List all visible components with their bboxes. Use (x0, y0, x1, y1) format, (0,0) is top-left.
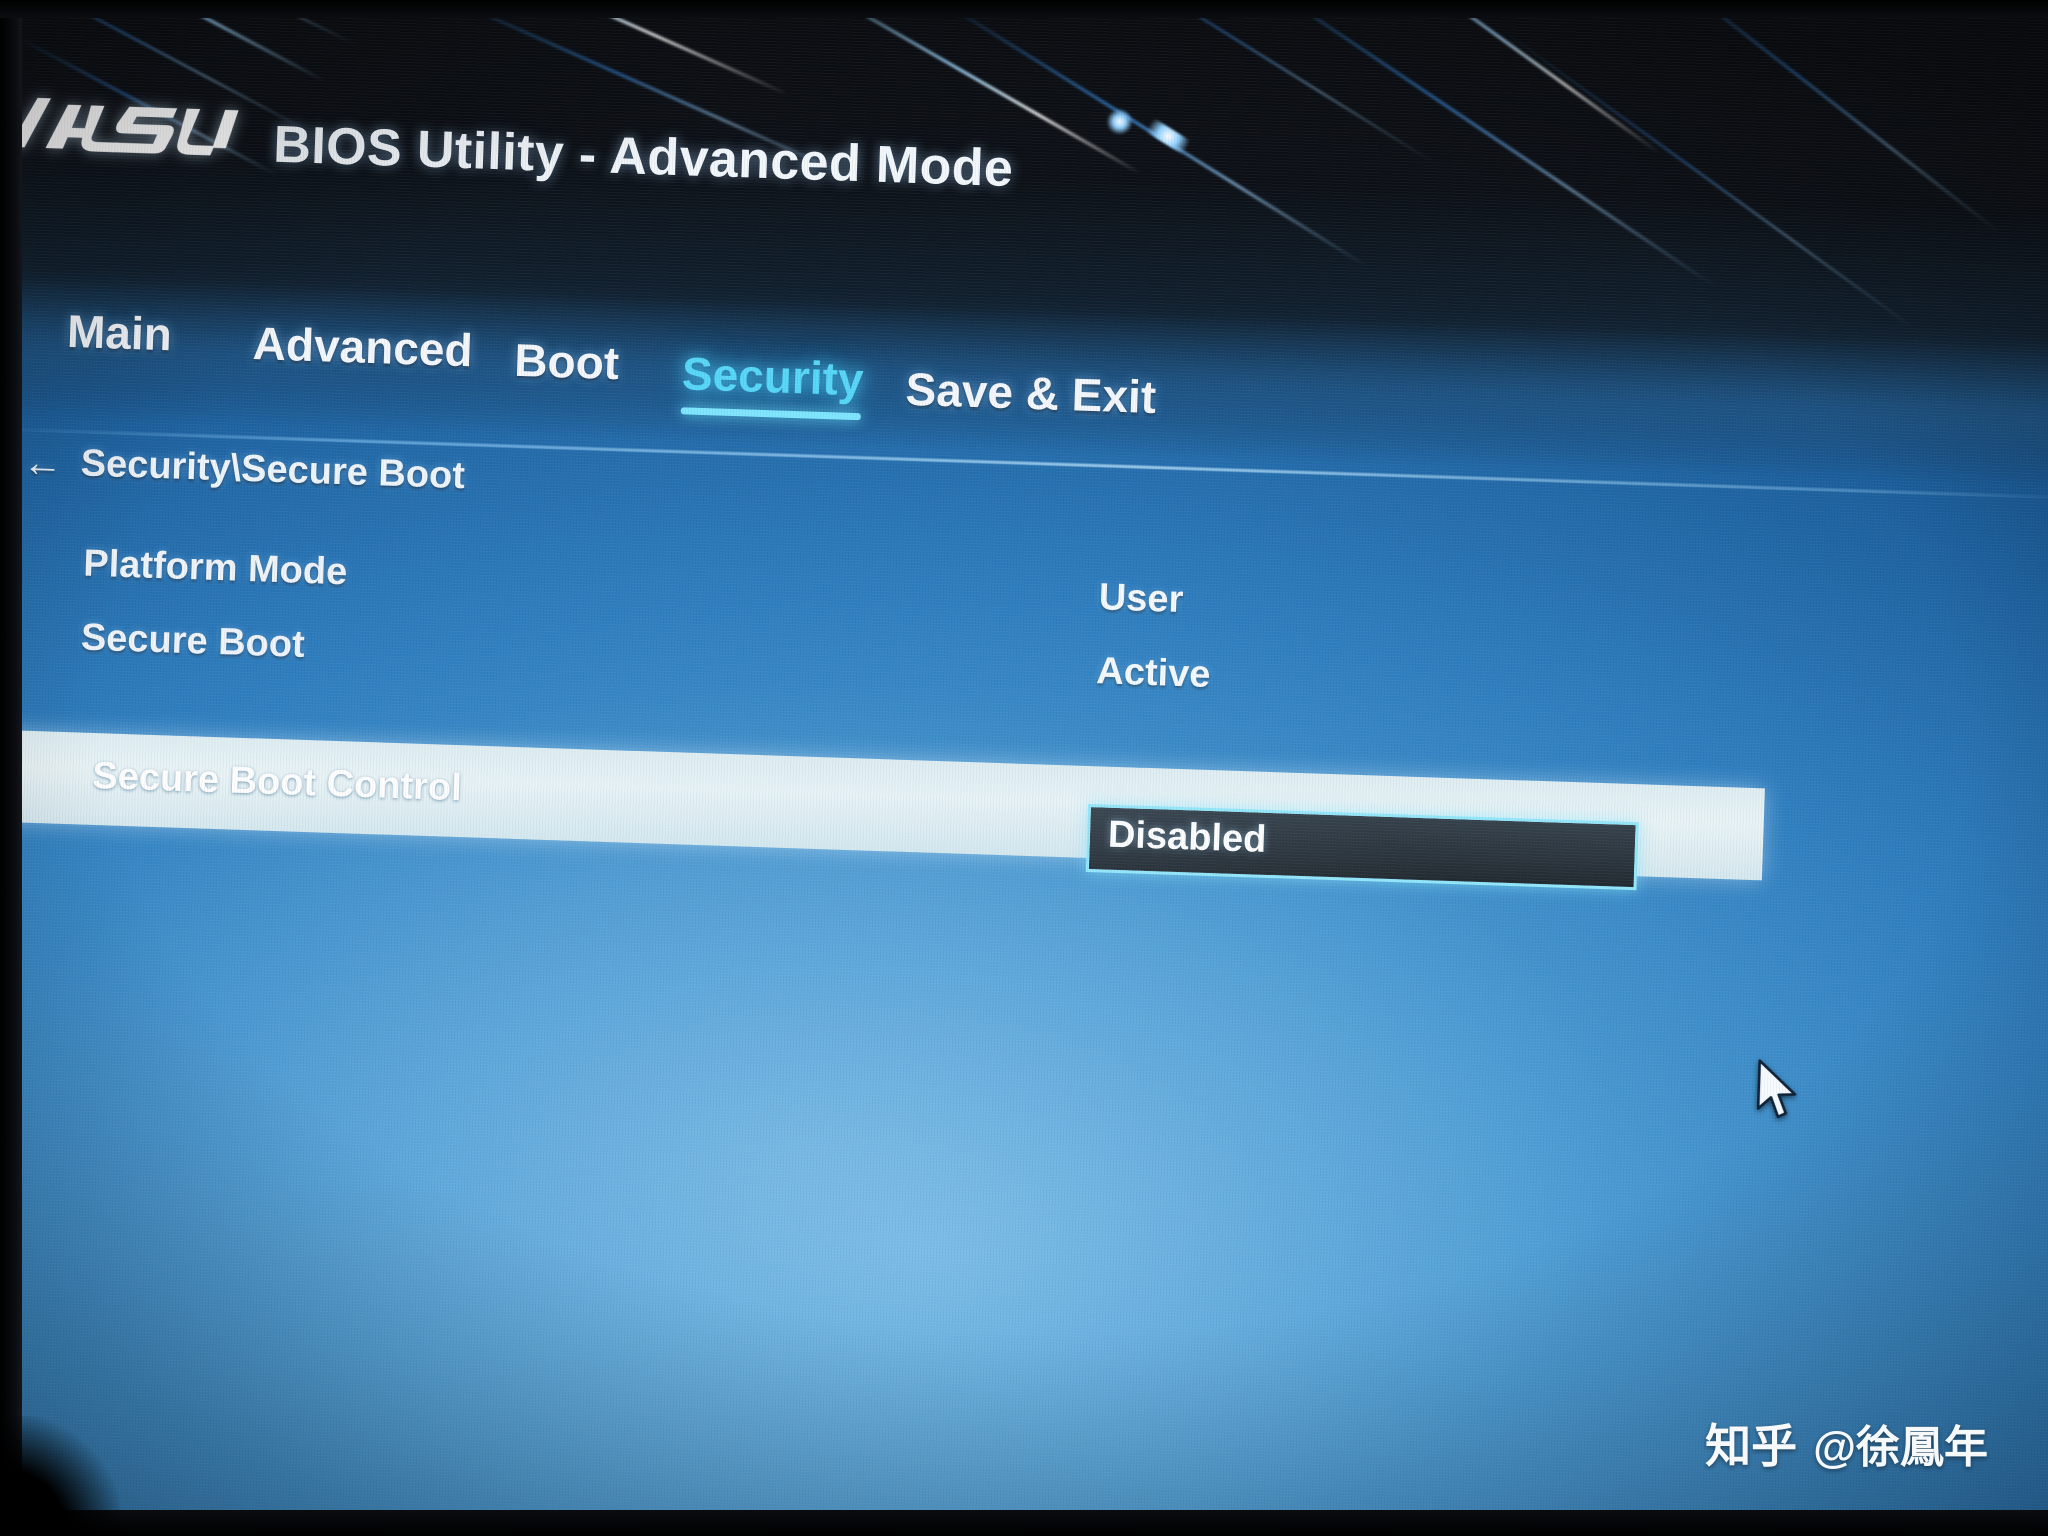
watermark-handle: @徐鳳年 (1813, 1423, 1988, 1472)
tab-boot[interactable]: Boot (514, 333, 620, 390)
setting-label: Secure Boot (80, 616, 306, 666)
tab-main[interactable]: Main (66, 304, 173, 361)
selected-value: Disabled (1107, 813, 1268, 861)
setting-value: User (1098, 576, 1185, 622)
watermark-site: 知乎 (1705, 1420, 1798, 1472)
setting-label: Secure Boot Control (91, 754, 463, 810)
tab-label: Security (681, 347, 865, 406)
settings-list: Platform Mode User Secure Boot Active (0, 539, 2048, 758)
bios-screen: BIOS Utility - Advanced Mode Main Advanc… (0, 0, 2048, 1536)
tab-advanced[interactable]: Advanced (252, 316, 474, 377)
breadcrumb[interactable]: ← Security\Secure Boot (22, 440, 466, 498)
screen-bezel-bottom (0, 1510, 2048, 1536)
screen-bezel-top (0, 0, 2048, 18)
setting-label: Platform Mode (82, 542, 348, 594)
tab-label: Boot (513, 333, 620, 390)
mouse-pointer-icon (1754, 1058, 1802, 1121)
asus-logo-icon (7, 90, 239, 170)
tab-label: Advanced (251, 317, 474, 377)
screen-bezel-corner (0, 1416, 120, 1536)
screenshot-photo: BIOS Utility - Advanced Mode Main Advanc… (0, 0, 2048, 1536)
tab-label: Save & Exit (904, 362, 1158, 424)
breadcrumb-path: Security\Secure Boot (80, 442, 466, 498)
tab-label: Main (66, 304, 173, 361)
watermark: 知乎 @徐鳳年 (1705, 1410, 1988, 1476)
tab-security[interactable]: Security (680, 346, 865, 421)
back-arrow-icon[interactable]: ← (22, 440, 63, 485)
tab-save-and-exit[interactable]: Save & Exit (905, 362, 1157, 424)
screen-bezel-left (0, 0, 22, 1536)
setting-value: Active (1095, 650, 1212, 696)
